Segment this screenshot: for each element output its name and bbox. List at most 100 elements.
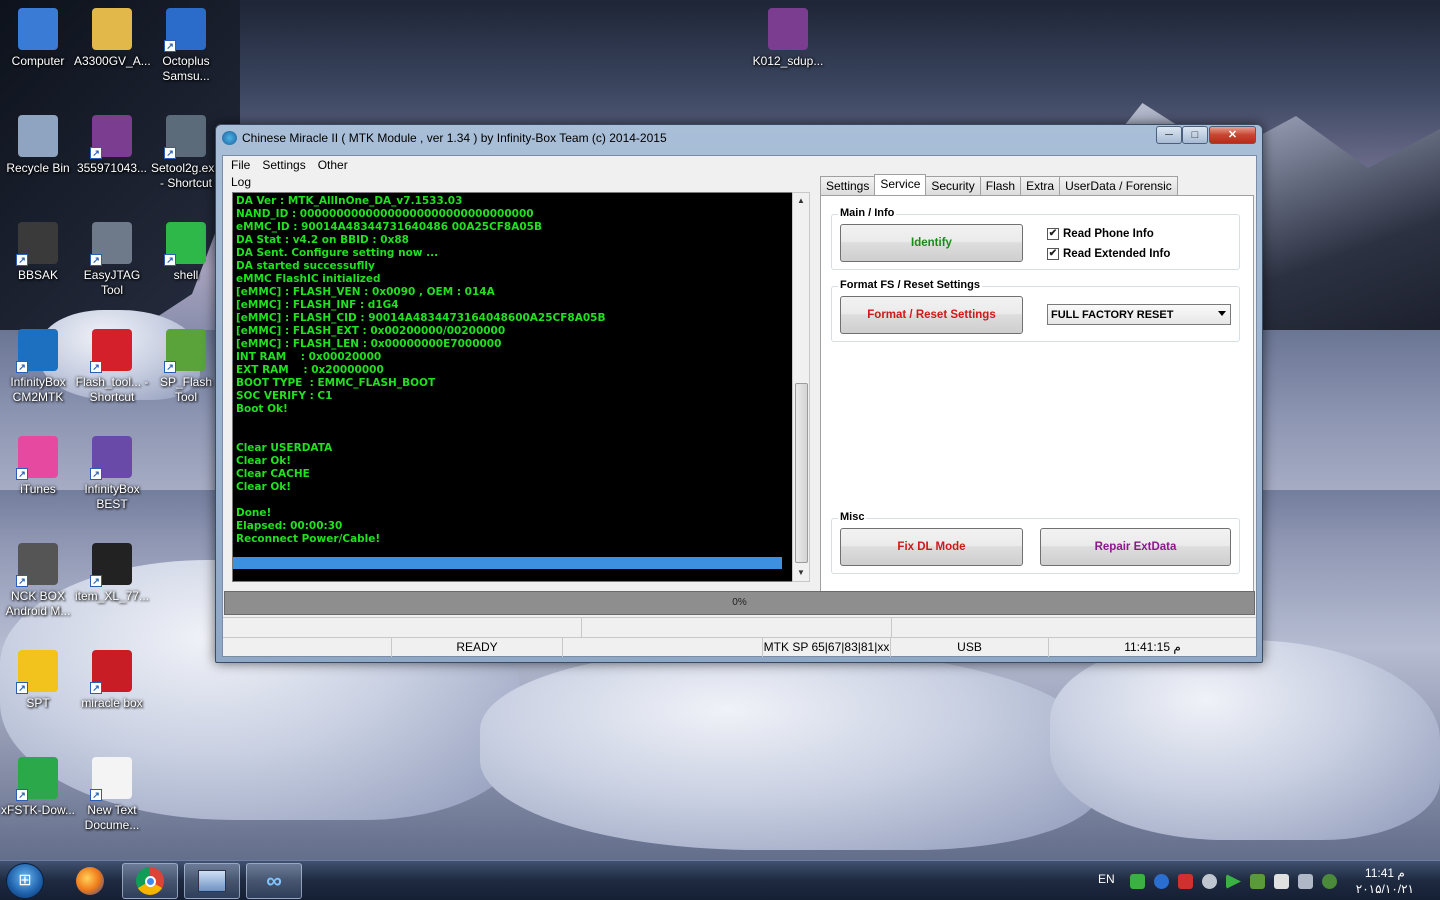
format-reset-button[interactable]: Format / Reset Settings [840,296,1023,334]
tab-settings[interactable]: Settings [820,176,876,195]
log-line: eMMC_ID : 90014A48344731640486 00A25CF8A… [236,221,542,233]
scroll-up-icon[interactable]: ▲ [793,193,809,209]
tab-userdata-forensic[interactable]: UserData / Forensic [1059,176,1178,195]
start-button[interactable]: ⊞ [6,863,44,899]
main-info-title: Main / Info [838,207,897,219]
desktop-icon-label: BBSAK [17,268,59,282]
terminal-taskbar-button[interactable] [184,863,240,899]
close-button[interactable]: ✕ [1209,126,1256,144]
desktop-icon[interactable]: ↗ EasyJTAG Tool [74,222,150,298]
desktop-icon[interactable]: ↗ iTunes [0,436,76,497]
tray-app-icon[interactable] [1250,874,1265,889]
shortcut-arrow-icon: ↗ [90,147,102,159]
tray-app-icon[interactable] [1202,874,1217,889]
status-cell [563,638,763,657]
desktop-icon[interactable]: ↗ xFSTK-Dow... [0,757,76,818]
mtk-taskbar-button[interactable]: ∞ [246,863,302,899]
menu-settings[interactable]: Settings [256,156,311,174]
wallpaper-ice [1050,640,1440,840]
log-line: Clear Ok! [236,481,292,493]
desktop-icon-image: ↗ [90,115,132,159]
scroll-thumb[interactable] [795,383,808,563]
desktop-icon[interactable]: ↗ SPT [0,650,76,711]
desktop-icon[interactable]: ↗ 355971043... [74,115,150,176]
desktop-icon[interactable]: ↗ shell [148,222,224,283]
play-icon[interactable] [1226,874,1241,889]
shortcut-arrow-icon: ↗ [164,361,176,373]
shortcut-arrow-icon: ↗ [90,789,102,801]
desktop-icon[interactable]: Computer [0,8,76,69]
desktop-icon[interactable]: ↗ InfinityBox CM2MTK [0,329,76,405]
desktop-icon-image: ↗ [16,757,58,801]
tray-app-icon[interactable] [1178,874,1193,889]
desktop-icon-label: 355971043... [76,161,148,175]
read-extended-info-checkbox[interactable]: ✔ Read Extended Info [1047,248,1170,260]
log-line: Elapsed: 00:00:30 [236,520,343,532]
tab-flash[interactable]: Flash [979,176,1022,195]
minimize-button[interactable]: ─ [1156,126,1182,144]
service-panel: Main / Info Identify ✔ Read Phone Info ✔… [820,195,1254,592]
firefox-taskbar-button[interactable] [62,863,118,899]
tray-app-icon[interactable] [1322,874,1337,889]
chrome-taskbar-button[interactable] [122,863,178,899]
tab-security[interactable]: Security [925,176,981,195]
desktop-icon-image: ↗ [16,436,58,480]
read-phone-info-checkbox[interactable]: ✔ Read Phone Info [1047,228,1154,240]
maximize-button[interactable]: □ [1182,126,1208,144]
clock-time: 11:41 م [1364,866,1405,880]
log-selection-bar [233,557,782,569]
log-output[interactable]: DA Ver : MTK_AllInOne_DA_v7.1533.03 NAND_… [232,192,810,582]
language-indicator[interactable]: EN [1098,872,1115,886]
repair-extdata-button[interactable]: Repair ExtData [1040,528,1231,566]
tab-extra[interactable]: Extra [1020,176,1061,195]
shortcut-arrow-icon: ↗ [164,40,176,52]
tray-app-icon[interactable] [1274,874,1289,889]
desktop-icon[interactable]: ↗ NCK BOX Android M... [0,543,76,619]
shortcut-arrow-icon: ↗ [90,361,102,373]
log-line: BOOT TYPE : EMMC_FLASH_BOOT [236,377,436,389]
identify-button[interactable]: Identify [840,224,1023,262]
status-state: READY [392,638,563,657]
log-line: Boot Ok! [236,403,288,415]
tray-app-icon[interactable] [1154,874,1169,889]
log-line: NAND_ID : 000000000000000000000000000000… [236,208,534,220]
clock[interactable]: 11:41 م ۲۰۱۵/۱۰/۲۱ [1356,865,1414,897]
desktop-icon[interactable]: ↗ SP_Flash Tool [148,329,224,405]
desktop-icon-label: xFSTK-Dow... [0,803,75,817]
desktop-icon[interactable]: ↗ Setool2g.exe - Shortcut [148,115,224,191]
read-phone-info-label: Read Phone Info [1063,228,1154,240]
desktop-icon-label: New Text Docume... [84,803,140,832]
log-line: DA Stat : v4.2 on BBID : 0x88 [236,234,409,246]
desktop-icon-image [768,8,808,50]
desktop-icon[interactable]: A3300GV_A... [74,8,151,69]
tray-app-icon[interactable] [1130,874,1145,889]
desktop-icon[interactable]: ↗ InfinityBox BEST [74,436,150,512]
tab-service[interactable]: Service [874,174,927,195]
network-icon[interactable] [1298,874,1313,889]
desktop-icon-label: Computer [11,54,65,68]
desktop-icon[interactable]: ↗ miracle box [74,650,150,711]
reset-mode-select[interactable]: FULL FACTORY RESET [1047,304,1231,325]
desktop-icon[interactable]: ↗ Flash_tool... - Shortcut [74,329,150,405]
scroll-down-icon[interactable]: ▼ [793,565,809,581]
log-line: Clear USERDATA [236,442,333,454]
desktop-icon-image: ↗ [164,8,206,52]
menu-other[interactable]: Other [312,156,354,174]
fix-dl-mode-button[interactable]: Fix DL Mode [840,528,1023,566]
desktop-icon[interactable]: ↗ New Text Docume... [74,757,150,833]
desktop-icon[interactable]: Recycle Bin [0,115,76,176]
desktop-icon[interactable]: ↗ item_XL_77... [74,543,150,604]
log-scrollbar[interactable]: ▲ ▼ [792,192,810,582]
desktop-icon-image: ↗ [164,222,206,266]
desktop-icon[interactable]: ↗ BBSAK [0,222,76,283]
shortcut-arrow-icon: ↗ [90,682,102,694]
window-titlebar[interactable]: Chinese Miracle II ( MTK Module , ver 1.… [216,125,1262,153]
desktop-icon[interactable]: K012_sdup... [750,8,826,69]
shortcut-arrow-icon: ↗ [16,789,28,801]
log-line: [eMMC] : FLASH_VEN : 0x0090 , OEM : 014A [236,286,495,298]
desktop-icon[interactable]: ↗ Octoplus Samsu... [148,8,224,84]
menu-file[interactable]: File [225,156,256,174]
log-line: [eMMC] : FLASH_CID : 90014A4834473164048… [236,312,606,324]
desktop-icon-image: ↗ [16,543,58,587]
